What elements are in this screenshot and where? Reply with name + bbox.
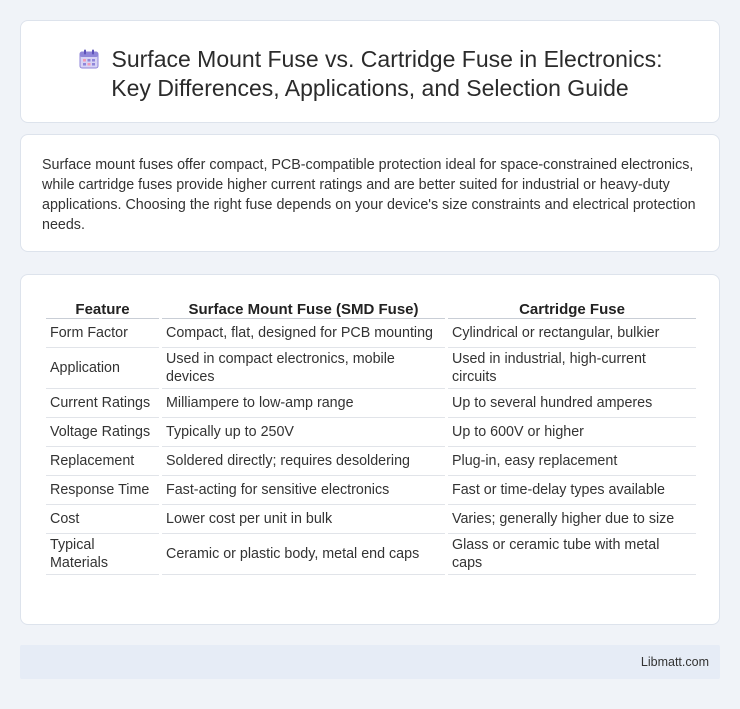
cartridge-cell: Up to 600V or higher <box>448 418 696 447</box>
smd-cell: Compact, flat, designed for PCB mounting <box>162 319 445 348</box>
summary-text: Surface mount fuses offer compact, PCB-c… <box>42 157 696 233</box>
column-header-feature: Feature <box>46 297 159 319</box>
cartridge-cell: Fast or time-delay types available <box>448 476 696 505</box>
feature-cell: Application <box>46 348 159 389</box>
smd-cell: Ceramic or plastic body, metal end caps <box>162 534 445 575</box>
summary-card: Surface mount fuses offer compact, PCB-c… <box>20 134 720 252</box>
title-card: Surface Mount Fuse vs. Cartridge Fuse in… <box>20 20 720 123</box>
table-row: Form Factor Compact, flat, designed for … <box>46 319 696 348</box>
feature-cell: Form Factor <box>46 319 159 348</box>
footer: Libmatt.com <box>20 645 720 679</box>
smd-cell: Milliampere to low-amp range <box>162 389 445 418</box>
table-row: Replacement Soldered directly; requires … <box>46 447 696 476</box>
feature-cell: Current Ratings <box>46 389 159 418</box>
cartridge-cell: Varies; generally higher due to size <box>448 505 696 534</box>
table-row: Current Ratings Milliampere to low-amp r… <box>46 389 696 418</box>
smd-cell: Typically up to 250V <box>162 418 445 447</box>
title-line-2: Key Differences, Applications, and Selec… <box>111 75 629 101</box>
cartridge-cell: Cylindrical or rectangular, bulkier <box>448 319 696 348</box>
comparison-table: Feature Surface Mount Fuse (SMD Fuse) Ca… <box>43 297 699 575</box>
footer-brand[interactable]: Libmatt.com <box>641 655 709 669</box>
title-line-1: Surface Mount Fuse vs. Cartridge Fuse in… <box>111 46 663 72</box>
smd-cell: Used in compact electronics, mobile devi… <box>162 348 445 389</box>
table-row: Typical Materials Ceramic or plastic bod… <box>46 534 696 575</box>
table-header-row: Feature Surface Mount Fuse (SMD Fuse) Ca… <box>46 297 696 319</box>
cartridge-cell: Glass or ceramic tube with metal caps <box>448 534 696 575</box>
feature-cell: Cost <box>46 505 159 534</box>
smd-cell: Fast-acting for sensitive electronics <box>162 476 445 505</box>
comparison-table-card: Feature Surface Mount Fuse (SMD Fuse) Ca… <box>20 274 720 625</box>
cartridge-cell: Up to several hundred amperes <box>448 389 696 418</box>
table-row: Voltage Ratings Typically up to 250V Up … <box>46 418 696 447</box>
smd-cell: Lower cost per unit in bulk <box>162 505 445 534</box>
table-row: Application Used in compact electronics,… <box>46 348 696 389</box>
table-row: Cost Lower cost per unit in bulk Varies;… <box>46 505 696 534</box>
page-title: Surface Mount Fuse vs. Cartridge Fuse in… <box>21 45 719 103</box>
feature-cell: Replacement <box>46 447 159 476</box>
cartridge-cell: Used in industrial, high-current circuit… <box>448 348 696 389</box>
smd-cell: Soldered directly; requires desoldering <box>162 447 445 476</box>
cartridge-cell: Plug-in, easy replacement <box>448 447 696 476</box>
feature-cell: Response Time <box>46 476 159 505</box>
calendar-icon <box>78 48 100 70</box>
column-header-cartridge-fuse: Cartridge Fuse <box>448 297 696 319</box>
table-row: Response Time Fast-acting for sensitive … <box>46 476 696 505</box>
feature-cell: Voltage Ratings <box>46 418 159 447</box>
feature-cell: Typical Materials <box>46 534 159 575</box>
column-header-smd-fuse: Surface Mount Fuse (SMD Fuse) <box>162 297 445 319</box>
